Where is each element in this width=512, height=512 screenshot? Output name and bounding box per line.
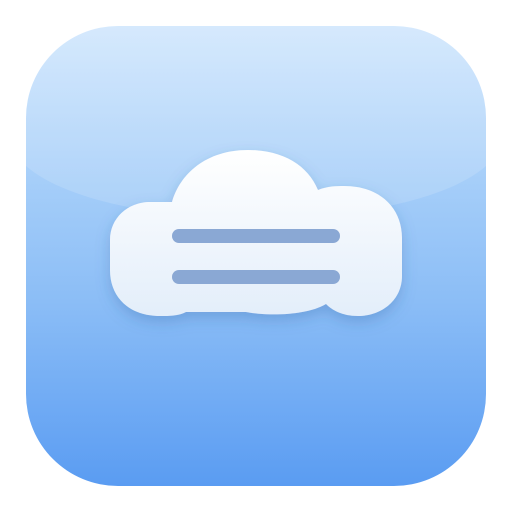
menu-line-bottom (172, 270, 340, 284)
menu-line-top (172, 229, 340, 243)
app-icon[interactable] (26, 26, 486, 486)
icon-canvas (0, 0, 512, 512)
app-icon-graphic (26, 26, 486, 316)
